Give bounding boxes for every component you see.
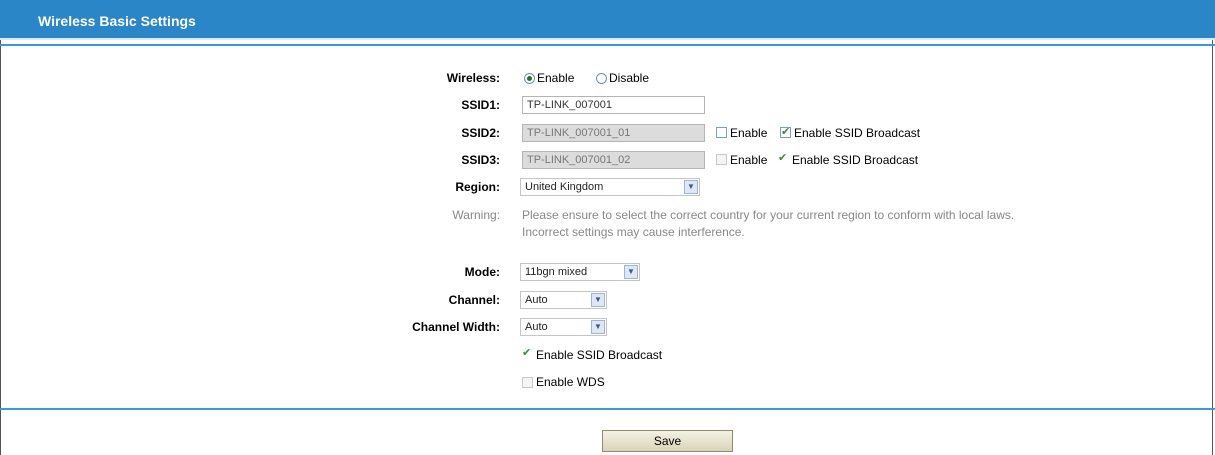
wds-label: Enable WDS	[536, 375, 605, 389]
channel-select-value: Auto	[525, 294, 548, 306]
ssid1-input[interactable]: TP-LINK_007001	[522, 96, 705, 114]
warning-text: Please ensure to select the correct coun…	[522, 207, 1162, 241]
section-header: Wireless Basic Settings	[0, 0, 1215, 40]
wireless-disable-label: Disable	[609, 71, 650, 85]
wireless-enable-radio[interactable]	[524, 73, 535, 84]
header-underline	[0, 38, 1215, 40]
warning-line-2: Incorrect settings may cause interferenc…	[522, 225, 745, 239]
ssid3-broadcast-checkbox[interactable]	[778, 151, 789, 165]
wireless-label: Wireless:	[446, 71, 500, 85]
mode-select-value: 11bgn mixed	[525, 266, 588, 278]
warning-label: Warning:	[452, 208, 500, 222]
ssid3-enable-label: Enable	[730, 153, 768, 167]
bottom-divider	[0, 408, 1215, 410]
region-select-value: United Kingdom	[525, 181, 604, 193]
chevron-down-icon: ▼	[684, 180, 698, 194]
wireless-disable-radio[interactable]	[596, 73, 607, 84]
region-label: Region:	[455, 180, 500, 194]
ssid3-label: SSID3:	[461, 153, 500, 167]
channel-label: Channel:	[448, 293, 500, 307]
region-select[interactable]: United Kingdom ▼	[520, 178, 700, 196]
ssid2-label: SSID2:	[461, 126, 500, 140]
mode-label: Mode:	[464, 265, 500, 279]
mode-select[interactable]: 11bgn mixed ▼	[520, 263, 640, 281]
chevron-down-icon: ▼	[591, 320, 605, 334]
warning-line-1: Please ensure to select the correct coun…	[522, 208, 1015, 222]
ssid3-input[interactable]: TP-LINK_007001_02	[522, 151, 705, 169]
save-button[interactable]: Save	[602, 430, 733, 452]
ssid-broadcast-label: Enable SSID Broadcast	[536, 348, 663, 362]
wds-checkbox[interactable]	[522, 377, 533, 388]
ssid-broadcast-checkbox[interactable]	[522, 346, 533, 360]
wireless-enable-label: Enable	[537, 71, 575, 85]
ssid2-input[interactable]: TP-LINK_007001_01	[522, 124, 705, 142]
channel-width-select[interactable]: Auto ▼	[520, 318, 607, 336]
channel-width-select-value: Auto	[525, 321, 548, 333]
ssid3-enable-checkbox[interactable]	[716, 154, 727, 165]
ssid1-label: SSID1:	[461, 98, 500, 112]
ssid2-broadcast-label: Enable SSID Broadcast	[794, 126, 921, 140]
page-title: Wireless Basic Settings	[38, 13, 196, 29]
channel-select[interactable]: Auto ▼	[520, 291, 607, 309]
top-divider	[0, 44, 1215, 46]
chevron-down-icon: ▼	[591, 293, 605, 307]
ssid2-enable-label: Enable	[730, 126, 768, 140]
chevron-down-icon: ▼	[624, 265, 638, 279]
ssid2-enable-checkbox[interactable]	[716, 127, 727, 138]
channel-width-label: Channel Width:	[412, 320, 500, 334]
ssid3-broadcast-label: Enable SSID Broadcast	[792, 153, 919, 167]
ssid2-broadcast-checkbox[interactable]	[780, 125, 791, 138]
